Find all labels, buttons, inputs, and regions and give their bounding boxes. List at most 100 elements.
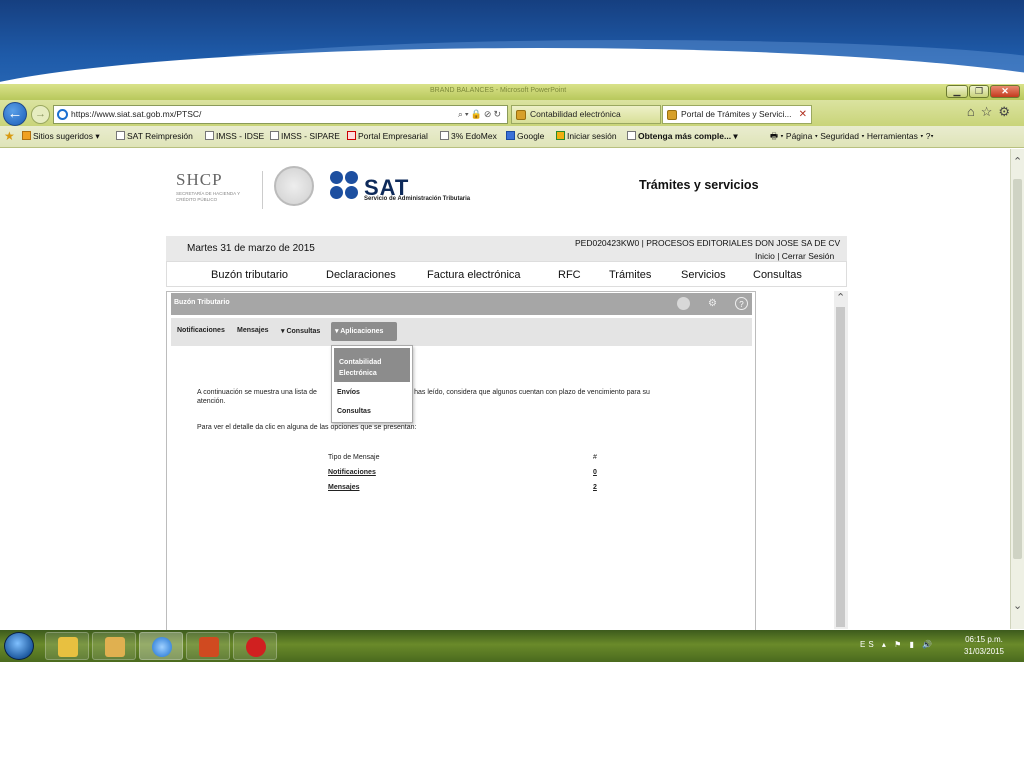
favorites-star-icon[interactable]: ☆: [981, 104, 999, 119]
dropdown-item-consultas[interactable]: Consultas: [337, 408, 371, 415]
table-row: Mensajes 2: [327, 484, 599, 496]
dropdown-item-contabilidad[interactable]: Contabilidad Electrónica: [334, 348, 410, 382]
taskbar-app[interactable]: [233, 632, 277, 660]
maximize-button[interactable]: ❐: [969, 85, 989, 98]
scroll-up-icon[interactable]: ⌃: [836, 291, 845, 304]
fav-item[interactable]: 3% EdoMex: [440, 131, 497, 141]
taskbar-app[interactable]: [45, 632, 89, 660]
panel-header: Buzón Tributario ⚙ ?: [171, 293, 752, 315]
page-scrollbar[interactable]: ⌃ ⌄: [1010, 149, 1024, 629]
notificaciones-count-link[interactable]: 0: [593, 469, 597, 476]
scroll-thumb[interactable]: [1013, 179, 1022, 559]
taskbar-app[interactable]: [186, 632, 230, 660]
back-icon[interactable]: ←: [3, 102, 27, 126]
nav-declaraciones[interactable]: Declaraciones: [326, 269, 396, 281]
buzon-panel: Buzón Tributario ⚙ ? Notificaciones Mens…: [166, 291, 756, 631]
tab-close-icon[interactable]: ✕: [799, 106, 807, 123]
home-icon[interactable]: ⌂: [967, 104, 981, 119]
window-titlebar: BRAND BALANCES - Microsoft PowerPoint ▁ …: [0, 84, 1024, 100]
gear-icon[interactable]: ⚙: [998, 104, 1016, 119]
fav-item[interactable]: SAT Reimpresión: [116, 131, 193, 141]
column-header: Tipo de Mensaje: [328, 454, 380, 461]
fav-item[interactable]: Obtenga más comple... ▾: [627, 131, 738, 142]
status-circle-icon[interactable]: [677, 297, 690, 310]
clock-date: 31/03/2015: [963, 647, 1005, 656]
notificaciones-link[interactable]: Notificaciones: [328, 469, 376, 476]
aplicaciones-dropdown: Contabilidad Electrónica Envíos Consulta…: [331, 345, 413, 423]
aplicaciones-label: ▾ Aplicaciones: [335, 328, 384, 335]
table-header-row: Tipo de Mensaje #: [327, 454, 599, 466]
coldfusion-icon: [246, 637, 266, 657]
mensajes-link[interactable]: Mensajes: [328, 484, 360, 491]
address-tools-icon[interactable]: ⌕▾🔒⊘↻: [458, 106, 503, 123]
national-seal-icon: [274, 166, 314, 206]
forward-icon[interactable]: →: [31, 105, 50, 124]
gear-icon[interactable]: ⚙: [706, 297, 719, 310]
taxpayer-rfc-name: PED020423KW0 | PROCESOS EDITORIALES DON …: [575, 238, 841, 248]
scroll-thumb[interactable]: [836, 307, 845, 627]
tab-portal-tramites[interactable]: Portal de Trámites y Servici... ✕: [662, 105, 812, 124]
panel-subnav: Notificaciones Mensajes ▾ Consultas ▾ Ap…: [171, 318, 752, 346]
print-icon: 🖶 ▾: [770, 131, 786, 141]
dropdown-item-envios[interactable]: Envíos: [337, 389, 360, 396]
taskbar-app[interactable]: [139, 632, 183, 660]
mensajes-count-link[interactable]: 2: [593, 484, 597, 491]
sat-subtitle: Servicio de Administración Tributaria: [364, 196, 471, 202]
intro-text: A continuación se muestra una lista de q…: [197, 389, 650, 405]
nav-buzon-tributario[interactable]: Buzón tributario: [211, 269, 288, 281]
favorites-star-icon[interactable]: ★: [4, 129, 15, 143]
system-tray[interactable]: ES ▴ ⚑ ▮ 🔊: [860, 640, 935, 649]
url-text: https://www.siat.sat.gob.mx/PTSC/: [71, 109, 202, 119]
tab-contabilidad[interactable]: Contabilidad electrónica: [511, 105, 661, 124]
nav-servicios[interactable]: Servicios: [681, 269, 726, 281]
fav-item[interactable]: Iniciar sesión: [556, 131, 617, 141]
internet-explorer-icon: [152, 637, 172, 657]
session-links[interactable]: Inicio | Cerrar Sesión: [755, 251, 834, 261]
subnav-consultas[interactable]: ▾ Consultas: [281, 327, 320, 335]
nav-rfc[interactable]: RFC: [558, 269, 581, 281]
sticky-notes-icon: [58, 637, 78, 657]
subnav-aplicaciones[interactable]: ▾ Aplicaciones: [331, 322, 397, 341]
current-date: Martes 31 de marzo de 2015: [187, 243, 315, 254]
scroll-up-icon[interactable]: ⌃: [1013, 155, 1022, 168]
nav-tramites[interactable]: Trámites: [609, 269, 651, 281]
table-row: Notificaciones 0: [327, 469, 599, 481]
windows-taskbar: ES ▴ ⚑ ▮ 🔊 06:15 p.m. 31/03/2015: [0, 630, 1024, 662]
header-divider: [262, 171, 263, 209]
tab-label: Contabilidad electrónica: [530, 109, 621, 119]
column-header: #: [593, 454, 597, 461]
fav-item[interactable]: Sitios sugeridos ▾: [22, 131, 100, 142]
inner-scrollbar[interactable]: ⌃: [834, 291, 848, 629]
fav-item[interactable]: IMSS - SIPARE: [270, 131, 340, 141]
panel-title: Buzón Tributario: [174, 299, 230, 306]
shcp-logo: SHCP: [176, 170, 223, 189]
window-title: BRAND BALANCES - Microsoft PowerPoint: [430, 87, 567, 94]
nav-consultas[interactable]: Consultas: [753, 269, 802, 281]
nav-factura-electronica[interactable]: Factura electrónica: [427, 269, 521, 281]
instruction-text: Para ver el detalle da clic en alguna de…: [197, 424, 417, 431]
command-bar[interactable]: 🖶 ▾ Página ▾ Seguridad ▾ Herramientas ▾ …: [770, 131, 934, 145]
subnav-notificaciones[interactable]: Notificaciones: [177, 327, 225, 334]
sat-logo-icon: [330, 171, 360, 201]
ie-page-icon: [57, 109, 68, 120]
tab-favicon-icon: [516, 110, 526, 120]
minimize-button[interactable]: ▁: [946, 85, 968, 98]
powerpoint-icon: [199, 637, 219, 657]
scroll-down-icon[interactable]: ⌄: [1013, 599, 1022, 612]
tab-favicon-icon: [667, 110, 677, 120]
taskbar-app[interactable]: [92, 632, 136, 660]
clock-time: 06:15 p.m.: [965, 635, 1003, 644]
shcp-subtitle: SECRETARÍA DE HACIENDA Y CRÉDITO PÚBLICO: [176, 191, 241, 202]
close-button[interactable]: ✕: [990, 85, 1020, 98]
start-button[interactable]: [4, 632, 34, 660]
fav-item[interactable]: Portal Empresarial: [347, 131, 428, 141]
subnav-mensajes[interactable]: Mensajes: [237, 327, 269, 334]
help-icon: ?▾: [925, 131, 934, 141]
fav-item[interactable]: Google: [506, 131, 544, 141]
help-icon[interactable]: ?: [735, 297, 748, 310]
clock[interactable]: 06:15 p.m. 31/03/2015: [955, 634, 1013, 658]
fav-item[interactable]: IMSS - IDSE: [205, 131, 264, 141]
explorer-folder-icon: [105, 637, 125, 657]
browser-navbar: ← → https://www.siat.sat.gob.mx/PTSC/ ⌕▾…: [0, 100, 1024, 126]
address-bar[interactable]: https://www.siat.sat.gob.mx/PTSC/ ⌕▾🔒⊘↻: [53, 105, 508, 124]
